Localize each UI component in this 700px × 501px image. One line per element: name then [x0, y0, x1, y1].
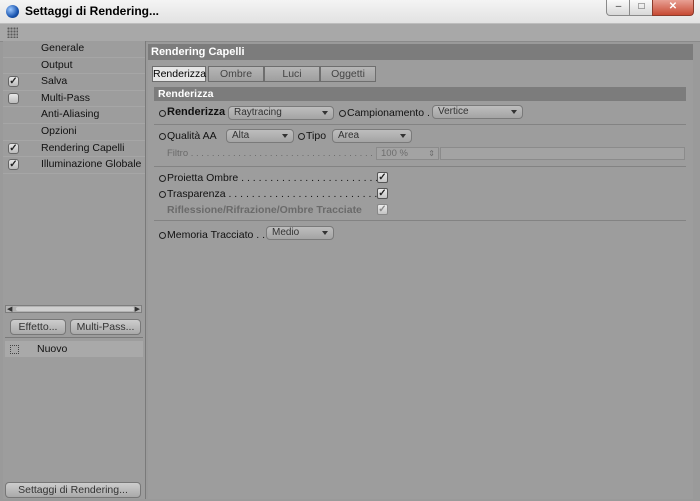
- sidebar-item-label: Output: [41, 58, 73, 71]
- tipo-dropdown[interactable]: Area: [332, 129, 412, 143]
- main-panel: Rendering Capelli Renderizza Ombre Luci …: [148, 44, 693, 499]
- sidebar-item-label: Generale: [41, 42, 85, 54]
- sidebar-item-salva[interactable]: ✓ Salva: [3, 74, 145, 91]
- enabled-checkbox[interactable]: ✓: [8, 159, 19, 171]
- window-title: Settaggi di Rendering...: [25, 4, 160, 18]
- render-settings-button[interactable]: Settaggi di Rendering...: [5, 482, 141, 498]
- animate-bullet-icon[interactable]: [159, 110, 166, 117]
- campionamento-dropdown[interactable]: Vertice: [432, 105, 523, 119]
- enabled-checkbox[interactable]: ✓: [8, 142, 19, 154]
- proietta-ombre-checkbox[interactable]: ✓: [377, 172, 388, 183]
- close-button[interactable]: ✕: [652, 0, 694, 16]
- sidebar-item-label: Illuminazione Globale: [41, 158, 142, 171]
- separator: [154, 166, 686, 167]
- qualita-aa-value: Alta: [232, 130, 250, 141]
- animate-bullet-icon[interactable]: [159, 232, 166, 239]
- stepper-icon[interactable]: ⇕: [428, 148, 435, 159]
- scroll-right-icon[interactable]: ▶: [135, 305, 140, 313]
- enabled-checkbox[interactable]: [8, 92, 19, 104]
- tipo-label: Tipo: [306, 130, 327, 142]
- chevron-down-icon: [322, 111, 328, 115]
- renderizza-value: Raytracing: [234, 107, 282, 118]
- filtro-label: Filtro . . . . . . . . . . . . . . . . .…: [167, 148, 377, 159]
- horizontal-scrollbar[interactable]: ◀ ▶: [5, 305, 142, 313]
- preset-icon: [10, 345, 19, 354]
- scroll-left-icon[interactable]: ◀: [7, 305, 12, 313]
- tab-luci[interactable]: Luci: [264, 66, 320, 82]
- riflessione-checkbox[interactable]: ✓: [377, 204, 388, 215]
- sidebar-item-label: Rendering Capelli: [41, 141, 125, 154]
- toolbar-strip: [0, 24, 700, 42]
- sidebar-item-generale[interactable]: Generale: [3, 41, 145, 58]
- animate-bullet-icon[interactable]: [159, 175, 166, 182]
- chevron-down-icon: [282, 134, 288, 138]
- sidebar-item-label: Multi-Pass: [41, 91, 91, 104]
- animate-bullet-icon[interactable]: [159, 191, 166, 198]
- effetto-button[interactable]: Effetto...: [10, 319, 66, 335]
- separator: [154, 124, 686, 125]
- divider: [5, 337, 143, 338]
- scroll-thumb[interactable]: [16, 307, 134, 311]
- sidebar-item-anti-aliasing[interactable]: Anti-Aliasing: [3, 107, 145, 124]
- sidebar-item-label: Opzioni: [41, 124, 77, 137]
- panel-title: Rendering Capelli: [148, 44, 693, 60]
- tipo-value: Area: [338, 130, 360, 141]
- qualita-aa-dropdown[interactable]: Alta: [226, 129, 294, 143]
- settings-nav-list: Generale Output ✓ Salva Multi-Pass Anti-…: [3, 41, 145, 174]
- grip-icon[interactable]: [7, 27, 18, 38]
- proietta-ombre-label: Proietta Ombre . . . . . . . . . . . . .…: [167, 172, 377, 184]
- trasparenza-label: Trasparenza . . . . . . . . . . . . . . …: [167, 188, 377, 200]
- sidebar-item-rendering-capelli[interactable]: ✓ Rendering Capelli: [3, 141, 145, 158]
- preset-label: Nuovo: [37, 343, 68, 355]
- filtro-value: 100 %: [381, 148, 408, 159]
- filtro-input[interactable]: 100 % ⇕: [376, 147, 439, 160]
- chevron-down-icon: [322, 231, 328, 235]
- separator: [154, 220, 686, 221]
- campionamento-value: Vertice: [438, 106, 469, 117]
- preset-list-item[interactable]: Nuovo: [5, 341, 143, 357]
- memoria-tracciato-dropdown[interactable]: Medio: [266, 226, 334, 240]
- animate-bullet-icon[interactable]: [159, 133, 166, 140]
- sidebar-item-label: Anti-Aliasing: [41, 108, 100, 121]
- chevron-down-icon: [400, 134, 406, 138]
- trasparenza-checkbox[interactable]: ✓: [377, 188, 388, 199]
- sidebar-item-illuminazione-globale[interactable]: ✓ Illuminazione Globale: [3, 157, 145, 174]
- chevron-down-icon: [511, 110, 517, 114]
- tab-renderizza[interactable]: Renderizza: [152, 66, 206, 82]
- enabled-checkbox[interactable]: ✓: [8, 76, 19, 88]
- sidebar-item-output[interactable]: Output: [3, 58, 145, 75]
- animate-bullet-icon[interactable]: [339, 110, 346, 117]
- animate-bullet-icon[interactable]: [298, 133, 305, 140]
- renderizza-dropdown[interactable]: Raytracing: [228, 106, 334, 120]
- app-icon: [6, 5, 19, 18]
- tab-ombre[interactable]: Ombre: [208, 66, 264, 82]
- maximize-button[interactable]: □: [629, 0, 654, 16]
- multi-pass-button[interactable]: Multi-Pass...: [70, 319, 141, 335]
- section-header: Renderizza: [154, 87, 686, 101]
- minimize-button[interactable]: –: [606, 0, 631, 16]
- left-panel: Generale Output ✓ Salva Multi-Pass Anti-…: [3, 41, 146, 499]
- memoria-tracciato-label: Memoria Tracciato . . .: [167, 229, 271, 241]
- memoria-tracciato-value: Medio: [272, 227, 300, 238]
- sidebar-item-multi-pass[interactable]: Multi-Pass: [3, 91, 145, 108]
- riflessione-label: Riflessione/Rifrazione/Ombre Tracciate: [167, 204, 362, 216]
- tab-oggetti[interactable]: Oggetti: [320, 66, 376, 82]
- sidebar-item-label: Salva: [41, 75, 68, 88]
- filtro-slider[interactable]: [440, 147, 685, 160]
- campionamento-label: Campionamento . .: [347, 107, 436, 119]
- qualita-aa-label: Qualità AA: [167, 130, 217, 142]
- title-bar: Settaggi di Rendering... – □ ✕: [0, 0, 700, 24]
- renderizza-label: Renderizza: [167, 106, 226, 118]
- sidebar-item-opzioni[interactable]: Opzioni: [3, 124, 145, 141]
